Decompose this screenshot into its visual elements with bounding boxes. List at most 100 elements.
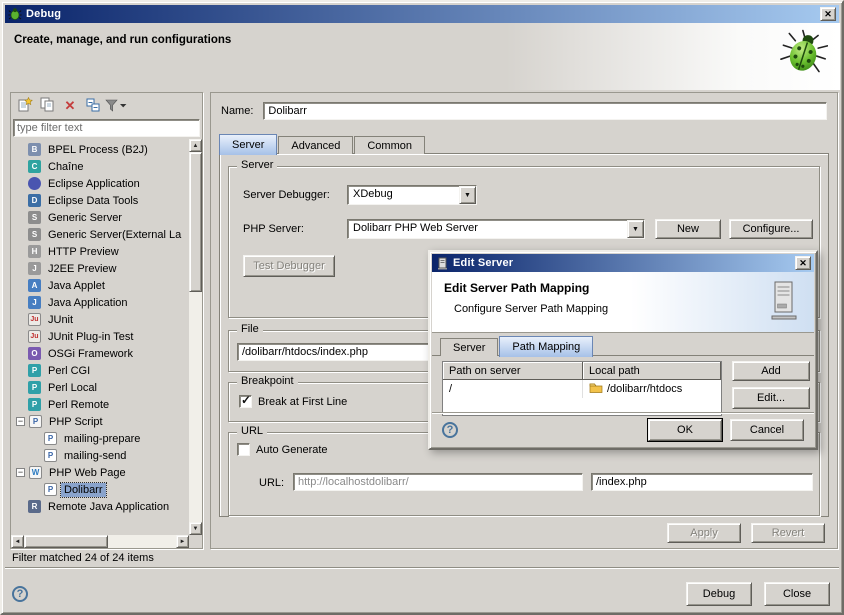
- perl-local-icon: P: [28, 381, 41, 394]
- dialog-tab-path-mapping[interactable]: Path Mapping: [499, 336, 593, 357]
- tree-item-label: Perl Local: [45, 381, 100, 395]
- folder-icon: [589, 382, 603, 396]
- scroll-right-icon[interactable]: ►: [176, 535, 189, 548]
- tree-item-junit[interactable]: JuJUnit: [11, 311, 189, 328]
- tree-vertical-scrollbar[interactable]: ▲ ▼: [189, 139, 202, 535]
- tree-item-cha-ne[interactable]: CChaîne: [11, 158, 189, 175]
- window-titlebar: Debug ✕: [5, 5, 839, 23]
- tab-common[interactable]: Common: [354, 136, 425, 154]
- tree-item-label: HTTP Preview: [45, 245, 122, 259]
- tree-item-osgi-framework[interactable]: OOSGi Framework: [11, 345, 189, 362]
- revert-button[interactable]: Revert: [751, 523, 825, 543]
- server-debugger-label: Server Debugger:: [243, 189, 330, 201]
- junit-icon: Ju: [28, 313, 41, 326]
- tree-expander-spacer: [15, 331, 26, 342]
- tree-expander-spacer: [31, 484, 42, 495]
- tree-expander-icon[interactable]: −: [16, 468, 25, 477]
- scroll-left-icon[interactable]: ◄: [11, 535, 24, 548]
- tree-item-java-application[interactable]: JJava Application: [11, 294, 189, 311]
- cancel-button[interactable]: Cancel: [730, 419, 804, 441]
- mapping-table-row[interactable]: //dolibarr/htdocs: [443, 380, 721, 398]
- scroll-down-icon[interactable]: ▼: [189, 522, 202, 535]
- tab-advanced[interactable]: Advanced: [278, 136, 353, 154]
- tree-expander-spacer: [15, 297, 26, 308]
- horizontal-scroll-track[interactable]: [24, 535, 176, 548]
- collapse-all-button[interactable]: [83, 96, 103, 116]
- help-button[interactable]: ?: [12, 586, 28, 602]
- dropdown-arrow-icon[interactable]: ▼: [627, 220, 644, 238]
- tree-item-http-preview[interactable]: HHTTP Preview: [11, 243, 189, 260]
- filter-input[interactable]: [13, 119, 200, 137]
- vertical-scroll-track[interactable]: [189, 152, 202, 522]
- tree-item-bpel-process-b2j[interactable]: BBPEL Process (B2J): [11, 141, 189, 158]
- tree-item-label: JUnit Plug-in Test: [45, 330, 136, 344]
- tree-item-java-applet[interactable]: AJava Applet: [11, 277, 189, 294]
- tree-item-generic-server[interactable]: SGeneric Server: [11, 209, 189, 226]
- ok-button[interactable]: OK: [648, 419, 722, 441]
- tree-expander-icon[interactable]: −: [16, 417, 25, 426]
- url-base-input[interactable]: [293, 473, 583, 491]
- column-header-local-path[interactable]: Local path: [583, 362, 721, 380]
- tree-item-junit-plug-in-test[interactable]: JuJUnit Plug-in Test: [11, 328, 189, 345]
- dialog-help-button[interactable]: ?: [442, 422, 458, 438]
- dropdown-arrow-icon[interactable]: ▼: [459, 186, 476, 204]
- column-header-path-on-server[interactable]: Path on server: [443, 362, 583, 380]
- dialog-subheading: Configure Server Path Mapping: [454, 303, 608, 315]
- tree-expander-spacer: [15, 399, 26, 410]
- apply-button[interactable]: Apply: [667, 523, 741, 543]
- tree-expander-spacer: [31, 433, 42, 444]
- configure-server-button[interactable]: Configure...: [729, 219, 813, 239]
- tree-item-j2ee-preview[interactable]: JJ2EE Preview: [11, 260, 189, 277]
- tree-item-mailing-send[interactable]: Pmailing-send: [11, 447, 189, 464]
- filter-button[interactable]: [106, 96, 126, 116]
- new-configuration-button[interactable]: [14, 96, 34, 116]
- vertical-scroll-thumb[interactable]: [189, 152, 202, 292]
- tree-item-php-web-page[interactable]: −WPHP Web Page: [11, 464, 189, 481]
- tree-item-label: J2EE Preview: [45, 262, 119, 276]
- duplicate-configuration-button[interactable]: [37, 96, 57, 116]
- tree-expander-spacer: [15, 365, 26, 376]
- php-server-select[interactable]: Dolibarr PHP Web Server ▼: [347, 219, 645, 239]
- php-server-value: Dolibarr PHP Web Server: [348, 220, 627, 238]
- break-first-line-checkbox[interactable]: ✓: [239, 395, 252, 408]
- delete-configuration-icon: ✕: [65, 99, 76, 113]
- tree-item-label: Chaîne: [45, 160, 86, 174]
- delete-configuration-button[interactable]: ✕: [60, 96, 80, 116]
- dialog-close-button[interactable]: ✕: [795, 256, 811, 270]
- tab-common-label: Common: [367, 140, 412, 152]
- scroll-up-icon[interactable]: ▲: [189, 139, 202, 152]
- tree-item-remote-java-application[interactable]: RRemote Java Application: [11, 498, 189, 515]
- tree-item-generic-server-external-la[interactable]: SGeneric Server(External La: [11, 226, 189, 243]
- path-mapping-table: Path on serverLocal path //dolibarr/htdo…: [442, 361, 722, 416]
- tree-horizontal-scrollbar[interactable]: ◄ ►: [11, 535, 189, 548]
- url-path-input[interactable]: [591, 473, 813, 491]
- auto-generate-checkbox[interactable]: [237, 443, 250, 456]
- server-debugger-select[interactable]: XDebug ▼: [347, 185, 477, 205]
- new-server-button[interactable]: New: [655, 219, 721, 239]
- tab-server[interactable]: Server: [219, 134, 277, 155]
- tree-expander-spacer: [15, 382, 26, 393]
- name-input[interactable]: [263, 102, 827, 120]
- perl-cgi-icon: P: [28, 364, 41, 377]
- tree-item-eclipse-data-tools[interactable]: DEclipse Data Tools: [11, 192, 189, 209]
- tree-expander-spacer: [15, 246, 26, 257]
- dialog-tab-server[interactable]: Server: [440, 338, 498, 356]
- dialog-heading: Edit Server Path Mapping: [444, 281, 589, 295]
- tree-item-perl-remote[interactable]: PPerl Remote: [11, 396, 189, 413]
- tree-item-label: Dolibarr: [61, 483, 106, 497]
- debug-button[interactable]: Debug: [686, 582, 752, 606]
- close-button[interactable]: Close: [764, 582, 830, 606]
- horizontal-scroll-thumb[interactable]: [24, 535, 108, 548]
- tree-item-perl-local[interactable]: P Perl Local: [11, 379, 189, 396]
- tree-item-mailing-prepare[interactable]: Pmailing-prepare: [11, 430, 189, 447]
- window-close-button[interactable]: ✕: [820, 7, 836, 21]
- tree-item-dolibarr[interactable]: PDolibarr: [11, 481, 189, 498]
- add-mapping-button[interactable]: Add: [732, 361, 810, 381]
- eclipse-application-icon: [28, 177, 41, 190]
- test-debugger-button[interactable]: Test Debugger: [243, 255, 335, 277]
- tree-item-perl-cgi[interactable]: PPerl CGI: [11, 362, 189, 379]
- tree-item-eclipse-application[interactable]: Eclipse Application: [11, 175, 189, 192]
- tab-advanced-label: Advanced: [291, 140, 340, 152]
- tree-item-php-script[interactable]: −PPHP Script: [11, 413, 189, 430]
- edit-mapping-button[interactable]: Edit...: [732, 387, 810, 409]
